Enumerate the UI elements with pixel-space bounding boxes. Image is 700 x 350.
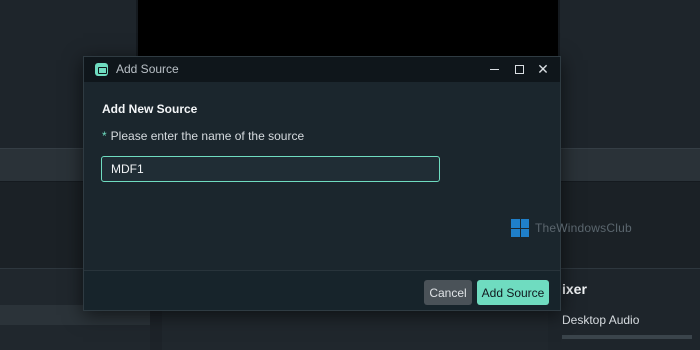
right-panel <box>558 0 700 148</box>
minimize-button[interactable] <box>484 59 504 79</box>
audio-meter[interactable] <box>562 335 692 339</box>
dialog-heading: Add New Source <box>102 102 198 116</box>
minimize-icon <box>489 69 499 70</box>
required-marker: * <box>102 129 107 143</box>
watermark: TheWindowsClub <box>511 219 632 237</box>
add-source-dialog: Add Source ✕ Add New Source * Please ente… <box>83 56 632 311</box>
source-name-label: * Please enter the name of the source <box>102 129 304 143</box>
windows-logo-icon <box>511 219 529 237</box>
watermark-text: TheWindowsClub <box>535 221 632 235</box>
maximize-icon <box>514 64 524 74</box>
close-icon: ✕ <box>537 60 549 77</box>
mixer-title: ixer <box>562 281 587 297</box>
dialog-title: Add Source <box>116 62 179 76</box>
mixer-panel: ixer Desktop Audio <box>548 268 700 350</box>
dialog-body: Add New Source * Please enter the name of… <box>84 82 632 270</box>
add-source-button[interactable]: Add Source <box>477 280 549 305</box>
preview-canvas <box>138 0 558 58</box>
maximize-button[interactable] <box>509 59 529 79</box>
cancel-button[interactable]: Cancel <box>424 280 472 305</box>
close-button[interactable]: ✕ <box>533 59 553 79</box>
source-name-input[interactable] <box>101 156 440 182</box>
source-name-label-text: Please enter the name of the source <box>110 129 305 143</box>
dialog-titlebar[interactable]: Add Source ✕ <box>84 57 560 82</box>
dialog-footer: Cancel Add Source <box>84 270 560 310</box>
app-icon <box>95 63 108 76</box>
mixer-item-desktop-audio: Desktop Audio <box>562 313 640 327</box>
